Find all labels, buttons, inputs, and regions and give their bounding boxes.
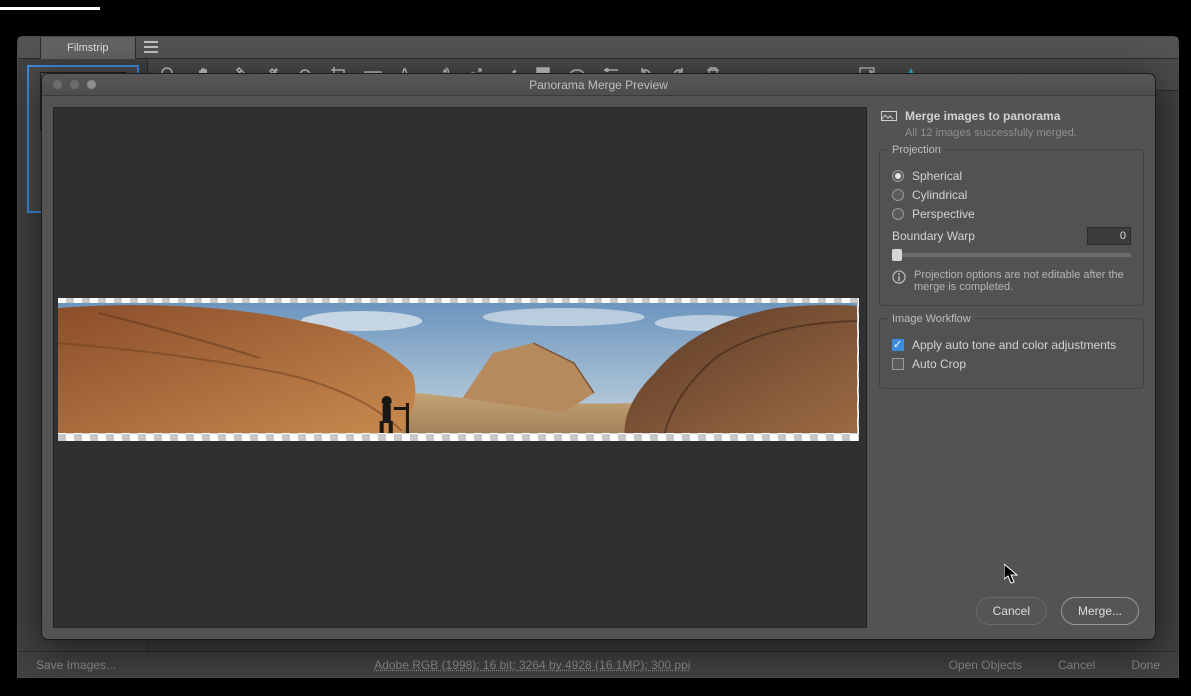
panorama-preview-pane[interactable]: [53, 107, 867, 628]
boundary-warp-slider[interactable]: [892, 253, 1131, 257]
info-icon: [892, 270, 906, 284]
boundary-warp-label: Boundary Warp: [892, 229, 975, 243]
checkbox-icon: [892, 339, 904, 351]
app-footer: Save Images... Adobe RGB (1998); 16 bit;…: [18, 651, 1178, 677]
cursor-icon: [1004, 564, 1020, 584]
filmstrip-menu-icon[interactable]: [143, 39, 163, 55]
workflow-title: Image Workflow: [888, 313, 975, 325]
projection-cylindrical[interactable]: Cylindrical: [892, 188, 1131, 202]
window-close-dot[interactable]: [52, 79, 63, 90]
projection-title: Projection: [888, 144, 945, 156]
radio-icon: [892, 208, 904, 220]
merge-status-text: All 12 images successfully merged.: [905, 127, 1144, 139]
projection-note: Projection options are not editable afte…: [914, 269, 1131, 293]
auto-tone-checkbox[interactable]: Apply auto tone and color adjustments: [892, 338, 1131, 352]
workflow-info-link[interactable]: Adobe RGB (1998); 16 bit; 3264 by 4928 (…: [374, 658, 690, 672]
cancel-button[interactable]: Cancel: [976, 597, 1047, 625]
radio-label: Spherical: [912, 169, 962, 183]
projection-perspective[interactable]: Perspective: [892, 207, 1131, 221]
checkbox-label: Apply auto tone and color adjustments: [912, 338, 1116, 352]
app-done-button[interactable]: Done: [1131, 658, 1160, 672]
open-objects-button[interactable]: Open Objects: [949, 658, 1022, 672]
panorama-icon: [881, 109, 897, 123]
merge-header: Merge images to panorama: [905, 109, 1060, 123]
checkbox-icon: [892, 358, 904, 370]
dialog-titlebar: Panorama Merge Preview: [42, 74, 1155, 96]
app-cancel-button[interactable]: Cancel: [1058, 658, 1095, 672]
checkbox-label: Auto Crop: [912, 357, 966, 371]
save-images-button[interactable]: Save Images...: [36, 658, 116, 672]
merge-button[interactable]: Merge...: [1061, 597, 1139, 625]
workflow-group: Image Workflow Apply auto tone and color…: [879, 318, 1144, 389]
panorama-image: [58, 303, 857, 433]
slider-thumb[interactable]: [892, 249, 902, 261]
boundary-warp-input[interactable]: [1087, 227, 1131, 245]
dialog-title: Panorama Merge Preview: [529, 78, 668, 92]
radio-icon: [892, 189, 904, 201]
top-indicator-bar: [0, 7, 100, 10]
panel-tabbar: Filmstrip: [18, 37, 1178, 59]
options-panel: Merge images to panorama All 12 images s…: [879, 107, 1144, 628]
window-max-dot[interactable]: [86, 79, 97, 90]
projection-spherical[interactable]: Spherical: [892, 169, 1131, 183]
projection-group: Projection Spherical Cylindrical Perspec…: [879, 149, 1144, 306]
panorama-merge-dialog: Panorama Merge Preview: [41, 73, 1156, 640]
auto-crop-checkbox[interactable]: Auto Crop: [892, 357, 1131, 371]
filmstrip-tab[interactable]: Filmstrip: [40, 37, 136, 59]
window-min-dot[interactable]: [69, 79, 80, 90]
radio-label: Perspective: [912, 207, 975, 221]
radio-icon: [892, 170, 904, 182]
radio-label: Cylindrical: [912, 188, 967, 202]
